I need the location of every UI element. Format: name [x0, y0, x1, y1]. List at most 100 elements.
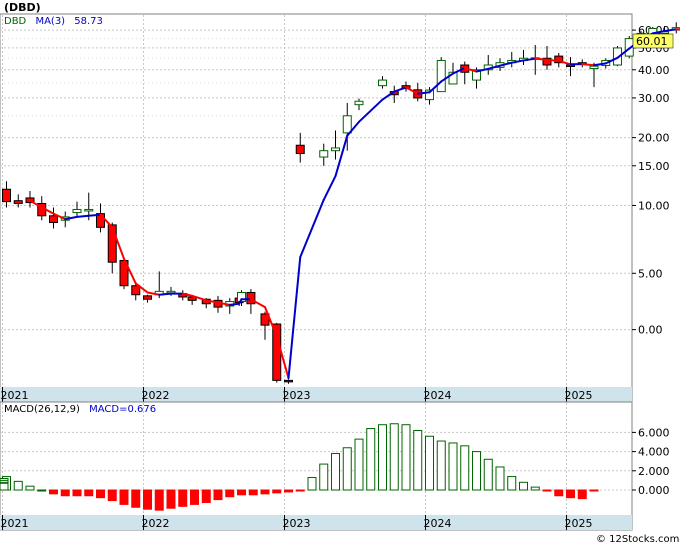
candle-down	[2, 188, 11, 203]
macd-bar-positive	[319, 463, 329, 491]
macd-bar-negative	[131, 489, 141, 508]
legend-ma-value: 58.73	[74, 16, 103, 27]
macd-axis: 6.000 4.000 2.000 0.000	[632, 426, 670, 497]
candle-up	[319, 150, 329, 158]
macd-bar-positive	[401, 424, 411, 491]
macd-bar-negative	[589, 489, 599, 492]
macd-bar-negative	[166, 489, 176, 509]
ma-segment	[158, 292, 172, 296]
macd-bar-negative	[225, 489, 235, 498]
current-price-label: 60.01	[636, 35, 668, 48]
candle-down	[272, 323, 282, 381]
price-panel	[0, 13, 633, 403]
macd-bar-negative	[96, 489, 105, 499]
macd-bar-negative	[577, 489, 587, 500]
macd-tick-label: 6.000	[638, 426, 670, 439]
price-tick-label: 0.00	[638, 324, 663, 337]
year-label: 2022	[142, 389, 170, 402]
macd-bar-negative	[248, 489, 258, 496]
macd-bar-negative	[49, 489, 58, 495]
macd-bar-positive	[331, 453, 340, 491]
price-tick-label: 10.00	[638, 199, 670, 212]
ma-segment	[228, 302, 241, 306]
macd-bar-positive	[389, 423, 399, 491]
price-axis: 60.0050.0040.0030.0020.0015.0010.005.000…	[632, 24, 670, 337]
candle-up	[378, 79, 387, 87]
macd-bar-negative	[542, 489, 552, 492]
price-tick-label: 20.00	[638, 132, 670, 145]
legend-ma-label: MA(3)	[35, 16, 65, 27]
candle-up	[331, 147, 340, 152]
candle-up	[342, 115, 352, 134]
candle-up	[354, 100, 364, 106]
macd-date-band	[0, 515, 632, 530]
macd-bar-positive	[495, 466, 505, 491]
macd-bar-positive	[25, 485, 35, 491]
stock-chart: (DBD) 60.0050.0040.0030.0020.0015.0010.0…	[0, 1, 680, 545]
macd-bar-positive	[448, 442, 458, 491]
candle-up	[84, 208, 94, 212]
year-label: 2024	[424, 389, 452, 402]
macd-bar-negative	[72, 489, 82, 497]
macd-bar-positive	[483, 458, 493, 491]
macd-bar-negative	[143, 489, 152, 510]
macd-bar-positive	[307, 477, 317, 491]
candle-down	[131, 285, 141, 296]
price-legend: DBD MA(3) 58.73	[4, 16, 103, 27]
macd-year-label: 2024	[424, 517, 452, 530]
price-tick-label: 15.00	[638, 160, 670, 173]
macd-year-label: 2022	[142, 517, 170, 530]
macd-bar-positive	[530, 486, 540, 491]
macd-bar-negative	[154, 489, 164, 511]
candle-down	[13, 200, 23, 205]
price-date-band	[0, 387, 632, 402]
chart-title: (DBD)	[4, 1, 41, 14]
ma-segment	[534, 57, 548, 61]
macd-bar-positive	[425, 435, 434, 491]
candle-up	[589, 65, 599, 70]
macd-legend: MACD(26,12,9) MACD=0.676	[4, 404, 156, 415]
macd-bar-positive	[472, 451, 481, 491]
year-label: 2021	[1, 389, 29, 402]
macd-bar-negative	[119, 489, 129, 505]
macd-bar-positive	[0, 482, 9, 491]
candle-up	[72, 208, 82, 214]
macd-year-label: 2025	[565, 517, 593, 530]
ma-segment	[76, 214, 90, 218]
macd-bar-negative	[260, 489, 270, 495]
macd-bar-positive	[378, 424, 387, 491]
candle-down	[49, 215, 58, 224]
macd-bar-positive	[436, 440, 446, 491]
macd-tick-label: 0.000	[638, 484, 670, 497]
legend-symbol: DBD	[4, 16, 27, 27]
macd-bar-negative	[284, 489, 293, 493]
macd-bar-negative	[566, 489, 575, 499]
candle-up	[436, 59, 446, 93]
macd-bar-positive	[13, 480, 23, 491]
ma-segment	[581, 63, 595, 67]
watermark: © 12Stocks.com	[596, 534, 679, 545]
candle-down	[295, 144, 305, 155]
macd-bar-positive	[519, 481, 528, 491]
macd-bar-positive	[354, 438, 364, 491]
candle-down	[284, 379, 293, 383]
price-tick-label: 30.00	[638, 92, 670, 105]
macd-panel	[0, 401, 633, 531]
macd-bar-positive	[342, 447, 352, 491]
macd-bar-negative	[201, 489, 211, 503]
macd-bar-negative	[190, 489, 199, 505]
macd-bar-negative	[178, 489, 188, 507]
macd-bar-negative	[272, 489, 282, 494]
macd-bar-negative	[554, 489, 564, 497]
macd-bar-positive	[460, 445, 470, 491]
macd-tick-label: 4.000	[638, 446, 670, 459]
macd-bar-positive	[366, 428, 376, 491]
macd-bar-positive	[37, 489, 47, 492]
ma-segment	[87, 213, 102, 217]
macd-bar-negative	[107, 489, 117, 502]
candle-down	[107, 224, 117, 263]
macd-legend-label: MACD(26,12,9)	[4, 404, 80, 415]
candle-down	[143, 295, 152, 300]
ma-segment	[546, 58, 560, 62]
macd-bar-negative	[84, 489, 94, 497]
